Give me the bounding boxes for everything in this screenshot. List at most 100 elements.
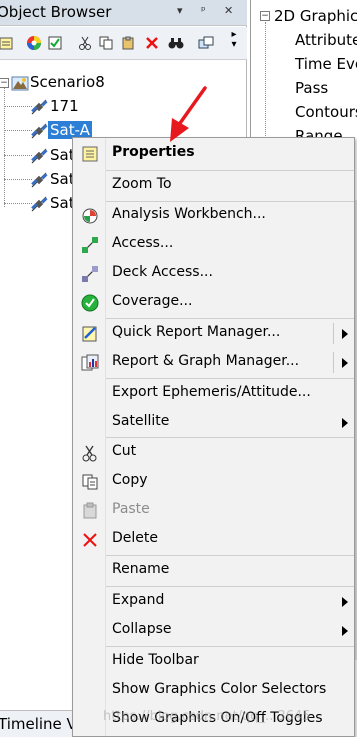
menu-item-label: Collapse [112, 621, 172, 637]
satellite-icon [30, 98, 48, 116]
paste-tool-icon[interactable] [120, 35, 136, 51]
menu-item-satellite[interactable]: Satellite [73, 408, 354, 437]
menu-item-show-graphics-color-selectors[interactable]: Show Graphics Color Selectors [73, 676, 354, 705]
submenu-split-divider [333, 352, 334, 373]
panel-pin-button[interactable]: ᵖ [201, 4, 206, 17]
menu-item-label: Copy [112, 472, 148, 488]
menu-item-collapse[interactable]: Collapse [73, 616, 354, 645]
properties-tool-icon[interactable] [0, 35, 14, 51]
properties-category-2d-graphics[interactable]: 2D Graphics [274, 7, 357, 25]
binoculars-icon[interactable] [168, 35, 184, 51]
delete-tool-icon[interactable] [144, 35, 160, 51]
satellite-icon [30, 122, 48, 140]
properties-item-time-events[interactable]: Time Eve [295, 55, 357, 73]
properties-item-attributes[interactable]: Attribute [295, 31, 357, 49]
menu-item-label: Delete [112, 530, 158, 546]
toolbar-overflow-icon[interactable]: ▸ ▾ [229, 30, 239, 50]
timeline-view-label: Timeline Vi [0, 715, 81, 733]
menu-item-delete[interactable]: Delete [73, 525, 354, 554]
submenu-arrow-icon[interactable] [342, 329, 348, 339]
satellite-icon [30, 171, 48, 189]
submenu-split-divider [333, 323, 334, 344]
menu-item-label: Zoom To [112, 176, 172, 192]
tree-guide-line [4, 82, 5, 207]
collapse-expander-icon[interactable]: − [260, 11, 270, 21]
properties-item-pass[interactable]: Pass [295, 79, 328, 97]
paste-icon [81, 502, 99, 520]
properties-item-contours[interactable]: Contours [295, 103, 357, 121]
menu-item-label: Hide Toolbar [112, 652, 199, 668]
menu-item-zoom-to[interactable]: Zoom To [73, 171, 354, 200]
menu-item-label: Satellite [112, 413, 170, 429]
submenu-arrow-icon [342, 626, 348, 636]
menu-item-cut[interactable]: Cut [73, 438, 354, 467]
context-menu: Properties Zoom To Analysis Workbench...… [72, 137, 355, 737]
tree-guide-line [4, 203, 32, 204]
tree-item-scenario[interactable]: − Scenario8 [0, 72, 247, 94]
menu-item-properties[interactable]: Properties [73, 139, 354, 168]
menu-item-analysis-workbench[interactable]: Analysis Workbench... [73, 201, 354, 230]
checkbox-tool-icon[interactable] [47, 35, 63, 51]
tree-item-satellite[interactable]: 171 [30, 96, 240, 118]
menu-item-label: Deck Access... [112, 264, 213, 280]
tree-guide-line [4, 179, 32, 180]
coverage-icon [81, 294, 99, 312]
tree-item-label: Sat [50, 170, 75, 188]
satellite-icon [30, 195, 48, 213]
menu-item-copy[interactable]: Copy [73, 467, 354, 496]
satellite-icon [30, 147, 48, 165]
menu-item-coverage[interactable]: Coverage... [73, 288, 354, 317]
quick-report-icon [81, 325, 99, 343]
delete-icon [81, 531, 99, 549]
menu-item-label: Access... [112, 235, 174, 251]
object-browser-toolbar: ▸ ▾ [0, 27, 247, 60]
menu-item-label: Paste [112, 501, 150, 517]
menu-item-label: Analysis Workbench... [112, 206, 266, 222]
submenu-arrow-icon[interactable] [342, 358, 348, 368]
panel-close-button[interactable]: ✕ [224, 4, 233, 17]
tree-guide-line [4, 130, 32, 131]
menu-item-hide-toolbar[interactable]: Hide Toolbar [73, 647, 354, 676]
menu-item-label: Expand [112, 592, 165, 608]
access-icon [81, 236, 99, 254]
watermark: https://blog.csdn.net/qq_...3645 [103, 709, 311, 724]
tree-guide-line [265, 22, 266, 140]
copy-tool-icon[interactable] [98, 35, 114, 51]
tree-item-label: Sat [50, 146, 75, 164]
menu-item-label: Cut [112, 443, 137, 459]
tree-item-label: Scenario8 [30, 73, 105, 91]
cut-tool-icon[interactable] [77, 35, 93, 51]
deck-access-icon [81, 265, 99, 283]
menu-item-paste: Paste [73, 496, 354, 525]
menu-item-rename[interactable]: Rename [73, 556, 354, 585]
collapse-expander-icon[interactable]: − [0, 78, 9, 88]
menu-item-report-graph-manager[interactable]: Report & Graph Manager... [73, 348, 354, 377]
submenu-arrow-icon [342, 597, 348, 607]
menu-item-quick-report-manager[interactable]: Quick Report Manager... [73, 319, 354, 348]
tree-item-label: 171 [50, 97, 79, 115]
menu-item-label: Report & Graph Manager... [112, 353, 300, 369]
menu-item-label: Show Graphics Color Selectors [112, 681, 327, 697]
menu-item-label: Properties [112, 144, 195, 160]
menu-item-label: Coverage... [112, 293, 193, 309]
scenario-icon [11, 74, 29, 92]
object-browser-title: Object Browser [0, 3, 112, 21]
scissors-icon [81, 444, 99, 462]
copy-icon [81, 473, 99, 491]
panel-menu-button[interactable]: ▾ [177, 4, 183, 17]
menu-item-access[interactable]: Access... [73, 230, 354, 259]
menu-item-expand[interactable]: Expand [73, 587, 354, 616]
menu-item-export-ephemeris-attitude[interactable]: Export Ephemeris/Attitude... [73, 379, 354, 408]
tree-item-label: Sat [50, 194, 75, 212]
color-wheel-icon[interactable] [26, 35, 42, 51]
menu-item-label: Export Ephemeris/Attitude... [112, 384, 311, 400]
properties-icon [81, 145, 99, 163]
analysis-workbench-icon [81, 207, 99, 225]
report-graph-icon [81, 354, 99, 372]
tree-guide-line [4, 155, 32, 156]
object-browser-titlebar: Object Browser ▾ ᵖ ✕ [0, 0, 247, 26]
menu-item-deck-access[interactable]: Deck Access... [73, 259, 354, 288]
windows-tool-icon[interactable] [198, 35, 214, 51]
menu-item-label: Rename [112, 561, 170, 577]
submenu-arrow-icon [342, 418, 348, 428]
